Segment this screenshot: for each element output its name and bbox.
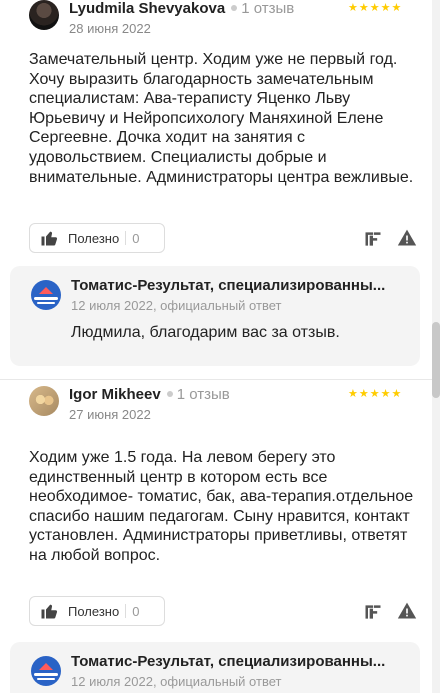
- divider: [125, 231, 127, 245]
- review-header: Lyudmila Shevyakova 1 отзыв 28 июня 2022 …: [0, 0, 430, 38]
- scrollbar-thumb[interactable]: [432, 322, 440, 398]
- star-rating: ★★★★★: [348, 2, 403, 14]
- author-name[interactable]: Igor Mikheev: [69, 386, 161, 403]
- review-header: Igor Mikheev 1 отзыв 27 июня 2022 ★★★★★: [0, 378, 430, 424]
- review-text: Ходим уже 1.5 года. На левом берегу это …: [29, 449, 414, 564]
- share-icon[interactable]: [363, 229, 383, 249]
- review-count: 1 отзыв: [176, 386, 230, 403]
- useful-button[interactable]: Полезно 0: [29, 596, 165, 626]
- review-text: Замечательный центр. Ходим уже не первый…: [29, 51, 414, 186]
- reply-meta: 12 июля 2022, официальный ответ: [71, 298, 282, 313]
- organization-logo[interactable]: [31, 656, 61, 686]
- useful-count: 0: [132, 230, 140, 246]
- reply-text: Людмила, благодарим вас за отзыв.: [71, 324, 340, 341]
- useful-label: Полезно: [68, 603, 120, 619]
- separator-dot-icon: [231, 5, 238, 12]
- separator-dot-icon: [166, 391, 173, 398]
- official-reply: Томатис-Результат, специализированны... …: [10, 642, 420, 693]
- official-reply: Томатис-Результат, специализированны... …: [10, 266, 420, 366]
- author-line: Lyudmila Shevyakova 1 отзыв: [69, 0, 294, 17]
- organization-name[interactable]: Томатис-Результат, специализированны...: [71, 277, 411, 294]
- author-name[interactable]: Lyudmila Shevyakova: [69, 0, 225, 17]
- organization-name[interactable]: Томатис-Результат, специализированны...: [71, 653, 411, 670]
- author-line: Igor Mikheev 1 отзыв: [69, 386, 230, 403]
- review-actions: Полезно 0: [29, 596, 419, 626]
- share-icon[interactable]: [363, 602, 383, 622]
- useful-count: 0: [132, 603, 140, 619]
- review-count: 1 отзыв: [241, 0, 295, 17]
- thumb-up-icon: [41, 231, 58, 246]
- avatar[interactable]: [29, 386, 59, 416]
- warning-icon[interactable]: [397, 601, 417, 621]
- useful-button[interactable]: Полезно 0: [29, 223, 165, 253]
- useful-label: Полезно: [68, 230, 120, 246]
- divider: [125, 604, 127, 618]
- review-date: 27 июня 2022: [69, 407, 151, 422]
- review-actions: Полезно 0: [29, 223, 419, 253]
- review-card: Igor Mikheev 1 отзыв 27 июня 2022 ★★★★★ Х…: [0, 378, 430, 693]
- review-card: Lyudmila Shevyakova 1 отзыв 28 июня 2022 …: [0, 0, 430, 366]
- thumb-up-icon: [41, 604, 58, 619]
- organization-logo[interactable]: [31, 280, 61, 310]
- warning-icon[interactable]: [397, 228, 417, 248]
- reply-meta: 12 июля 2022, официальный ответ: [71, 674, 282, 689]
- avatar[interactable]: [29, 0, 59, 30]
- star-rating: ★★★★★: [348, 388, 403, 400]
- review-date: 28 июня 2022: [69, 21, 151, 36]
